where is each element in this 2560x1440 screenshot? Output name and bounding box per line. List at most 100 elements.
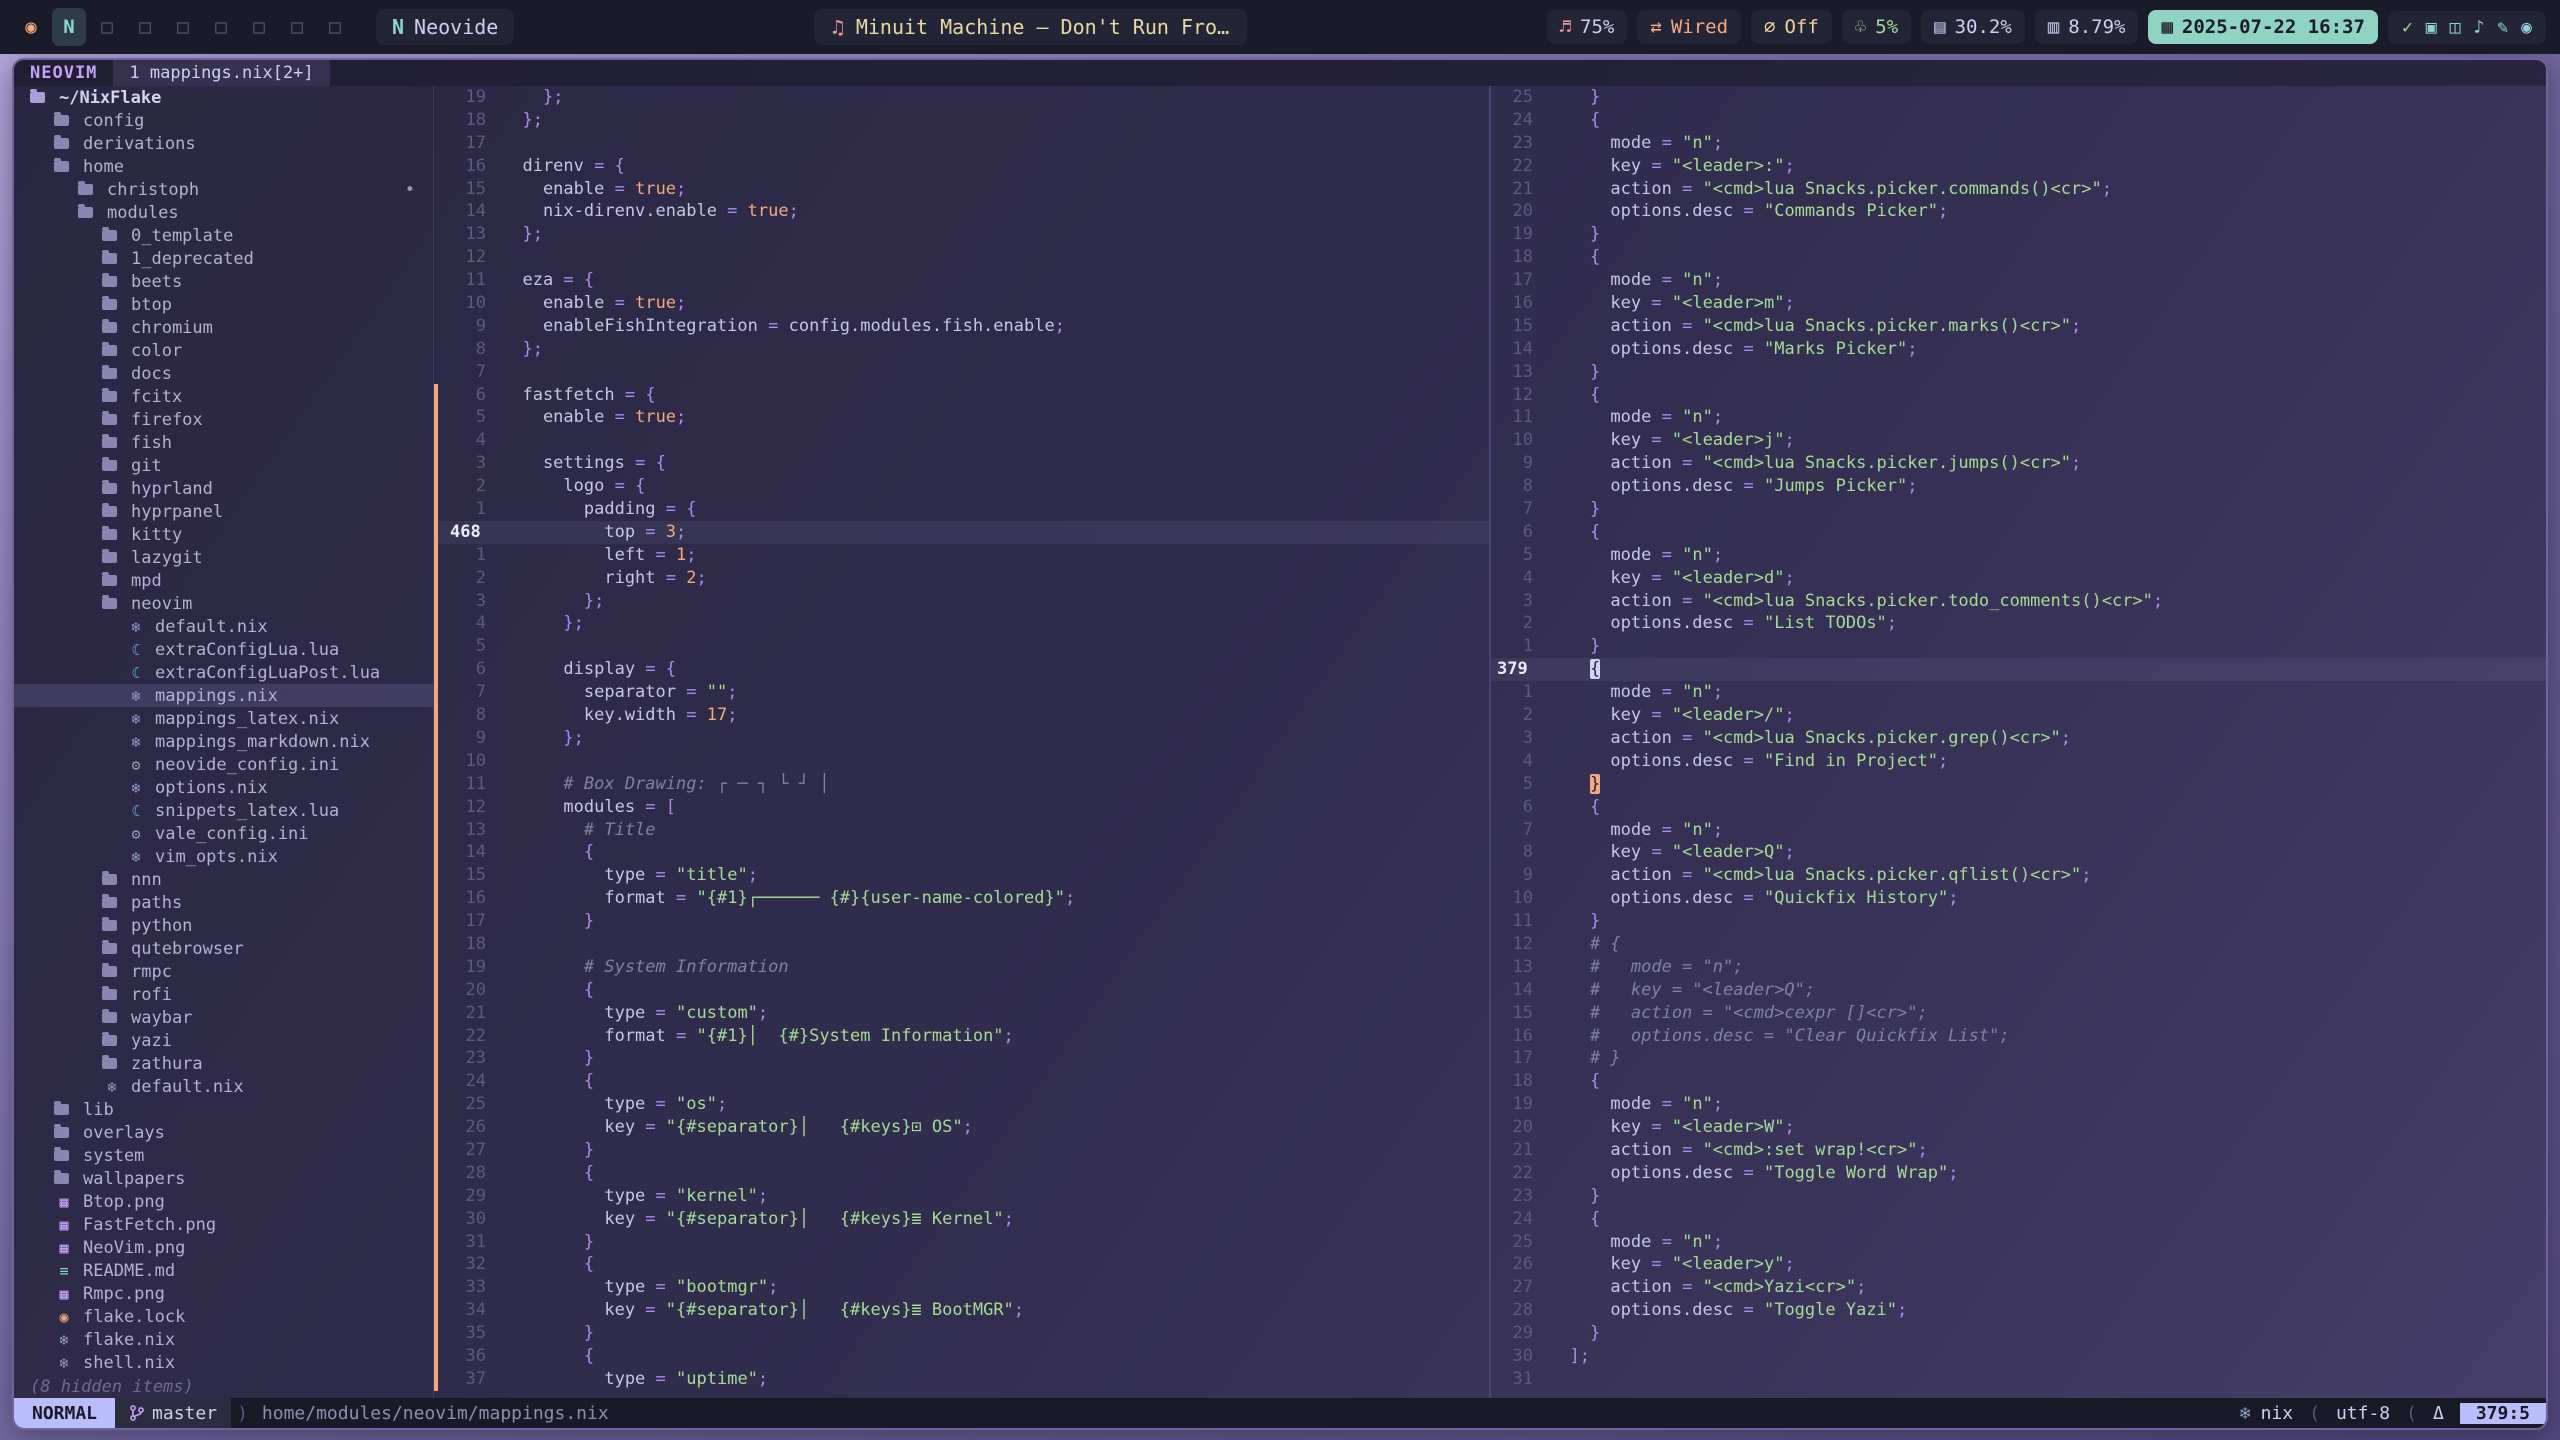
code-line[interactable]: 28 { xyxy=(434,1162,1489,1185)
code-line[interactable]: 8 key.width = 17; xyxy=(434,704,1489,727)
code-line[interactable]: 13 # mode = "n"; xyxy=(1491,956,2546,979)
tray-icon-3[interactable]: ♪ xyxy=(2473,17,2484,38)
workspace-3[interactable]: □ xyxy=(90,8,124,46)
tree-item-system[interactable]: system xyxy=(14,1144,433,1167)
tree-item-mappings-markdown-nix[interactable]: ❄mappings_markdown.nix xyxy=(14,730,433,753)
tree-item-mappings-nix[interactable]: ❄mappings.nix xyxy=(14,684,433,707)
workspace-9[interactable]: □ xyxy=(318,8,352,46)
code-line[interactable]: 19 } xyxy=(1491,223,2546,246)
tab-mappings-nix[interactable]: 1 mappings.nix[2+] xyxy=(113,60,329,86)
editor-pane-left[interactable]: 19 };18 };1716 direnv = {15 enable = tru… xyxy=(434,86,1489,1398)
code-line[interactable]: 12 # { xyxy=(1491,933,2546,956)
active-app[interactable]: N Neovide xyxy=(376,9,514,45)
code-line[interactable]: 14 { xyxy=(434,841,1489,864)
tree-item-nnn[interactable]: nnn xyxy=(14,868,433,891)
code-line[interactable]: 21 action = "<cmd>:set wrap!<cr>"; xyxy=(1491,1139,2546,1162)
tree-item-default-nix[interactable]: ❄default.nix xyxy=(14,1075,433,1098)
tree-item-waybar[interactable]: waybar xyxy=(14,1006,433,1029)
code-line[interactable]: 21 type = "custom"; xyxy=(434,1002,1489,1025)
tree-item-options-nix[interactable]: ❄options.nix xyxy=(14,776,433,799)
code-line[interactable]: 11 mode = "n"; xyxy=(1491,406,2546,429)
code-line[interactable]: 27 } xyxy=(434,1139,1489,1162)
code-line[interactable]: 25 mode = "n"; xyxy=(1491,1231,2546,1254)
tree-item-fastfetch-png[interactable]: ▦FastFetch.png xyxy=(14,1213,433,1236)
module-network[interactable]: ⇄Wired xyxy=(1637,10,1741,44)
code-line[interactable]: 7 } xyxy=(1491,498,2546,521)
workspace-4[interactable]: □ xyxy=(128,8,162,46)
tree-item-flake-lock[interactable]: ◉flake.lock xyxy=(14,1305,433,1328)
tree-item-rmpc-png[interactable]: ▦Rmpc.png xyxy=(14,1282,433,1305)
tree-item-wallpapers[interactable]: wallpapers xyxy=(14,1167,433,1190)
code-line[interactable]: 14 # key = "<leader>Q"; xyxy=(1491,979,2546,1002)
tree-item-lazygit[interactable]: lazygit xyxy=(14,546,433,569)
code-line[interactable]: 2 key = "<leader>/"; xyxy=(1491,704,2546,727)
code-line[interactable]: 20 options.desc = "Commands Picker"; xyxy=(1491,200,2546,223)
code-line[interactable]: 8 options.desc = "Jumps Picker"; xyxy=(1491,475,2546,498)
tree-item-docs[interactable]: docs xyxy=(14,362,433,385)
code-line[interactable]: 8 key = "<leader>Q"; xyxy=(1491,841,2546,864)
tree-item-rofi[interactable]: rofi xyxy=(14,983,433,1006)
workspace-6[interactable]: □ xyxy=(204,8,238,46)
code-line[interactable]: 13 } xyxy=(1491,361,2546,384)
workspace-firefox[interactable]: ◉ xyxy=(14,8,48,46)
tree-item-vale-config-ini[interactable]: ⚙vale_config.ini xyxy=(14,822,433,845)
code-line[interactable]: 1 padding = { xyxy=(434,498,1489,521)
code-line[interactable]: 468 top = 3; xyxy=(434,521,1489,544)
code-line[interactable]: 32 { xyxy=(434,1253,1489,1276)
code-line[interactable]: 26 key = "<leader>y"; xyxy=(1491,1253,2546,1276)
code-line[interactable]: 11 eza = { xyxy=(434,269,1489,292)
module-power-profile[interactable]: ♧5% xyxy=(1842,10,1911,44)
tree-item-hyprland[interactable]: hyprland xyxy=(14,477,433,500)
tree-item-mpd[interactable]: mpd xyxy=(14,569,433,592)
tree-item-neovide-config-ini[interactable]: ⚙neovide_config.ini xyxy=(14,753,433,776)
code-line[interactable]: 24 { xyxy=(434,1070,1489,1093)
code-line[interactable]: 17 mode = "n"; xyxy=(1491,269,2546,292)
code-line[interactable]: 33 type = "bootmgr"; xyxy=(434,1276,1489,1299)
code-line[interactable]: 379 { xyxy=(1491,658,2546,681)
clock-widget[interactable]: ▦ 2025-07-22 16:37 xyxy=(2148,10,2377,44)
code-line[interactable]: 1 mode = "n"; xyxy=(1491,681,2546,704)
workspace-5[interactable]: □ xyxy=(166,8,200,46)
tree-item-neovim[interactable]: neovim xyxy=(14,592,433,615)
code-line[interactable]: 4 options.desc = "Find in Project"; xyxy=(1491,750,2546,773)
git-branch[interactable]: master xyxy=(115,1398,231,1428)
code-line[interactable]: 23 } xyxy=(1491,1185,2546,1208)
tree-item-git[interactable]: git xyxy=(14,454,433,477)
code-line[interactable]: 20 { xyxy=(434,979,1489,1002)
tree-item-rmpc[interactable]: rmpc xyxy=(14,960,433,983)
code-line[interactable]: 15 # action = "<cmd>cexpr []<cr>"; xyxy=(1491,1002,2546,1025)
code-line[interactable]: 15 action = "<cmd>lua Snacks.picker.mark… xyxy=(1491,315,2546,338)
tree-item-btop-png[interactable]: ▦Btop.png xyxy=(14,1190,433,1213)
code-line[interactable]: 12 { xyxy=(1491,384,2546,407)
tree-item-neovim-png[interactable]: ▦NeoVim.png xyxy=(14,1236,433,1259)
code-line[interactable]: 7 xyxy=(434,361,1489,384)
tree-item-christoph[interactable]: christoph• xyxy=(14,178,433,201)
tray-icon-4[interactable]: ✎ xyxy=(2497,17,2508,38)
code-line[interactable]: 7 separator = ""; xyxy=(434,681,1489,704)
tree-item-paths[interactable]: paths xyxy=(14,891,433,914)
code-line[interactable]: 10 enable = true; xyxy=(434,292,1489,315)
code-line[interactable]: 12 modules = [ xyxy=(434,796,1489,819)
code-line[interactable]: 11 } xyxy=(1491,910,2546,933)
code-line[interactable]: 17 # } xyxy=(1491,1047,2546,1070)
code-line[interactable]: 23 } xyxy=(434,1047,1489,1070)
code-line[interactable]: 26 key = "{#separator}│ {#keys}⊡ OS"; xyxy=(434,1116,1489,1139)
module-memory[interactable]: ▤30.2% xyxy=(1921,10,2025,44)
tree-item-0-template[interactable]: 0_template xyxy=(14,224,433,247)
code-line[interactable]: 22 key = "<leader>:"; xyxy=(1491,155,2546,178)
module-notifications[interactable]: ∅Off xyxy=(1751,10,1832,44)
code-line[interactable]: 37 type = "uptime"; xyxy=(434,1368,1489,1391)
code-line[interactable]: 30 key = "{#separator}│ {#keys}≣ Kernel"… xyxy=(434,1208,1489,1231)
module-cpu[interactable]: ▥8.79% xyxy=(2035,10,2139,44)
code-line[interactable]: 5 enable = true; xyxy=(434,406,1489,429)
tree-item-default-nix[interactable]: ❄default.nix xyxy=(14,615,433,638)
code-line[interactable]: 8 }; xyxy=(434,338,1489,361)
workspace-neovide[interactable]: N xyxy=(52,8,86,46)
tree-item-snippets-latex-lua[interactable]: ☾snippets_latex.lua xyxy=(14,799,433,822)
tree-item-qutebrowser[interactable]: qutebrowser xyxy=(14,937,433,960)
code-line[interactable]: 9 action = "<cmd>lua Snacks.picker.qflis… xyxy=(1491,864,2546,887)
tree-item-lib[interactable]: lib xyxy=(14,1098,433,1121)
workspace-8[interactable]: □ xyxy=(280,8,314,46)
code-line[interactable]: 9 enableFishIntegration = config.modules… xyxy=(434,315,1489,338)
code-line[interactable]: 29 type = "kernel"; xyxy=(434,1185,1489,1208)
